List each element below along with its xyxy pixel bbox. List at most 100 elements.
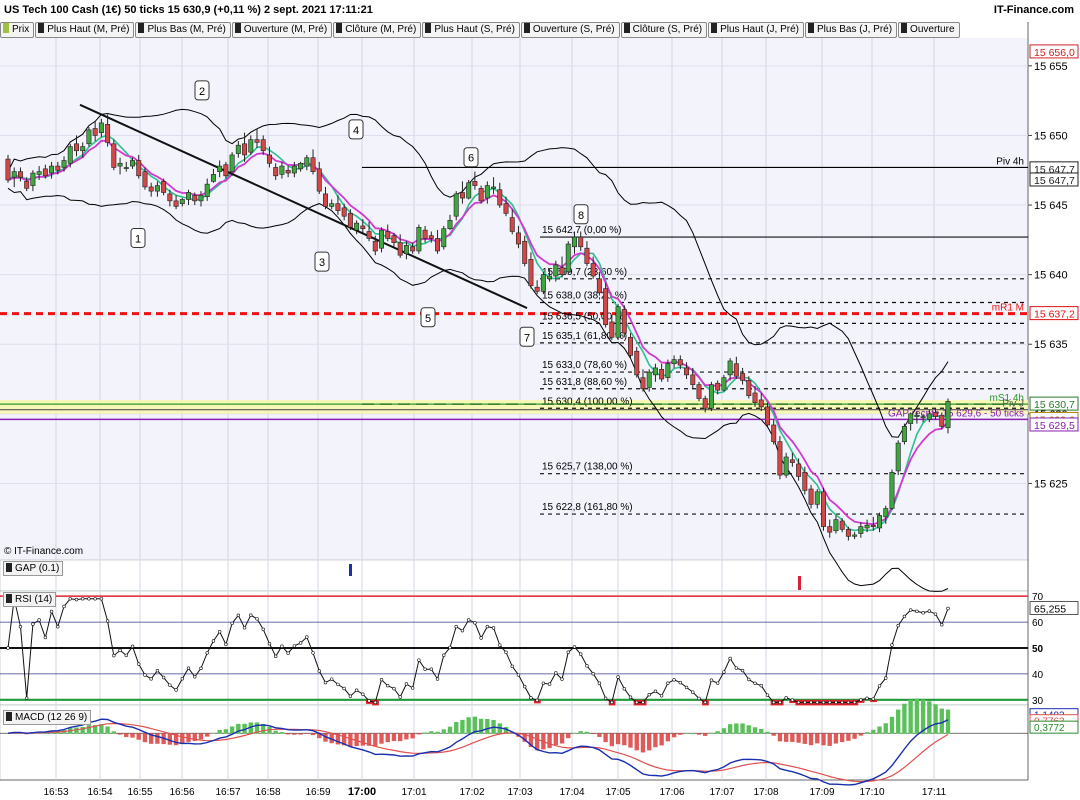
- gap-pane-label[interactable]: GAP (0.1): [3, 561, 64, 576]
- candle-body: [167, 193, 173, 202]
- x-tick-label: 16:58: [255, 787, 280, 798]
- candle-body: [578, 236, 584, 248]
- fib-level-label: 15 638,0 (38,20 %): [542, 290, 627, 301]
- candle-body: [628, 336, 633, 356]
- candle-body: [385, 231, 391, 239]
- rsi-point: [572, 645, 577, 649]
- candle-body: [852, 534, 858, 537]
- rsi-point: [902, 614, 907, 619]
- gap-marker-negative: [349, 564, 352, 576]
- candle-body: [372, 240, 378, 252]
- candle: [466, 179, 472, 200]
- price-badge-label: 15 647,7: [1034, 175, 1075, 187]
- candle-body: [416, 227, 422, 252]
- rsi-pane-title: RSI (14): [15, 594, 53, 605]
- level-label: Piv 4h: [996, 156, 1024, 167]
- rsi-point: [896, 623, 900, 628]
- candle-body: [366, 231, 372, 239]
- macd-histogram-bar: [715, 731, 720, 734]
- rsi-point: [927, 609, 932, 613]
- candle-body: [248, 139, 254, 153]
- rsi-point: [591, 672, 595, 676]
- fib-level-label: 15 631,8 (88,60 %): [542, 377, 627, 388]
- macd-histogram-bar: [933, 704, 938, 734]
- macd-histogram-bar: [802, 733, 807, 744]
- candle-body: [11, 171, 17, 178]
- macd-histogram-bar: [659, 733, 664, 746]
- rsi-point: [715, 681, 720, 685]
- rsi-point: [280, 644, 284, 648]
- macd-histogram-bar: [647, 733, 652, 751]
- macd-histogram-bar: [559, 733, 565, 744]
- candle-body: [771, 424, 777, 442]
- rsi-point: [149, 677, 153, 681]
- candle: [615, 303, 621, 341]
- macd-histogram-bar: [790, 733, 795, 742]
- candle-body: [304, 157, 310, 167]
- rsi-point: [429, 667, 434, 671]
- candle-body: [298, 162, 304, 170]
- rsi-point: [386, 683, 390, 688]
- rsi-point: [884, 676, 888, 680]
- candle-body: [123, 167, 129, 169]
- candle-body: [148, 186, 154, 192]
- macd-histogram-bar: [839, 733, 845, 743]
- macd-histogram-bar: [827, 733, 832, 746]
- rsi-point: [809, 700, 813, 705]
- candle-body: [441, 228, 447, 248]
- candle-body: [329, 203, 335, 207]
- candle-body: [117, 162, 123, 167]
- candle-body: [478, 188, 484, 202]
- macd-histogram-bar: [298, 733, 303, 735]
- chart-canvas[interactable]: 16:53 16:54 16:55 16:56 16:57 16:58 16:59 17:00…: [0, 0, 1080, 800]
- macd-histogram-bar: [777, 733, 783, 742]
- candle-body: [198, 194, 204, 202]
- macd-histogram-bar: [759, 728, 764, 734]
- rsi-point: [236, 613, 241, 617]
- x-tick-label: 17:00: [348, 786, 376, 798]
- macd-histogram-bar: [572, 733, 577, 734]
- rsi-pane-label[interactable]: RSI (14): [3, 592, 57, 607]
- rsi-point: [765, 693, 770, 697]
- macd-histogram-bar: [566, 733, 571, 739]
- x-tick-label: 17:08: [753, 787, 778, 798]
- candle-body: [254, 139, 260, 143]
- candle: [939, 412, 945, 430]
- rsi-point: [230, 621, 234, 626]
- candle-body: [285, 169, 291, 174]
- macd-histogram-bar: [678, 733, 683, 735]
- y-tick-label: 15 640: [1034, 270, 1068, 282]
- candle-body: [310, 157, 316, 172]
- candle-body: [42, 168, 48, 177]
- candle-body: [49, 165, 55, 174]
- candle: [721, 374, 727, 392]
- macd-histogram-bar: [908, 699, 913, 734]
- rsi-point: [828, 700, 832, 705]
- rsi-point: [168, 683, 172, 687]
- candle-body: [509, 217, 515, 232]
- macd-histogram-bar: [721, 728, 727, 734]
- rsi-point: [473, 621, 477, 625]
- macd-histogram-bar: [771, 733, 776, 736]
- candle-body: [590, 263, 596, 277]
- candle-body: [715, 382, 721, 391]
- candle-body: [111, 143, 117, 168]
- macd-pane-label[interactable]: MACD (12 26 9): [3, 710, 92, 725]
- macd-histogram-bar: [752, 727, 758, 734]
- rsi-value-label: 65,255: [1034, 603, 1066, 615]
- macd-histogram-bar: [945, 709, 951, 734]
- candle-body: [528, 259, 534, 287]
- candle-body: [173, 200, 179, 207]
- level-label: mR1 M: [992, 303, 1024, 314]
- candle-body: [515, 232, 521, 245]
- macd-histogram-bar: [796, 733, 801, 743]
- rsi-point: [529, 696, 533, 700]
- fib-level-label: 15 622,8 (161,80 %): [542, 502, 633, 513]
- rsi-point: [317, 669, 321, 673]
- rsi-point: [522, 684, 527, 689]
- candle-body: [316, 168, 322, 192]
- rsi-point: [547, 682, 552, 686]
- macd-histogram-bar: [136, 733, 141, 740]
- macd-histogram-bar: [105, 726, 110, 734]
- rsi-point: [460, 628, 465, 633]
